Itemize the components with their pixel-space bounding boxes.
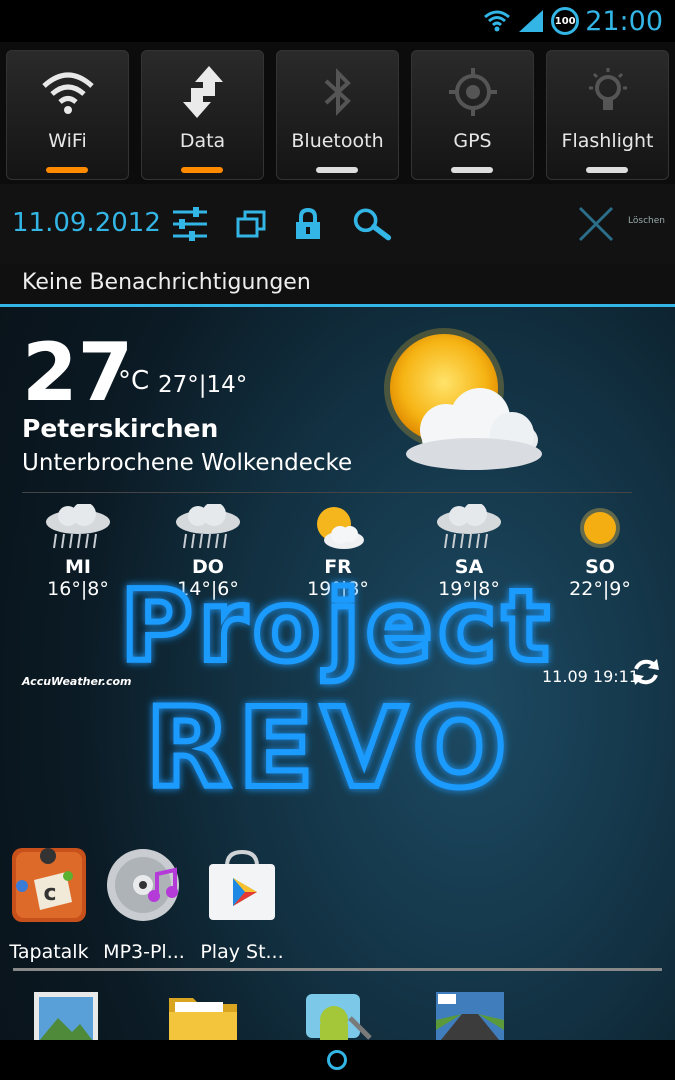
app-label: Play St...: [200, 941, 284, 963]
sun-cloud-large-icon: [384, 328, 542, 470]
overlay-line2: REVO: [146, 684, 515, 810]
recent-apps-button[interactable]: [231, 204, 271, 244]
rain-cloud-icon: [176, 504, 240, 549]
project-revo-overlay: Project REVO: [118, 567, 555, 810]
wifi-status-icon: [484, 10, 511, 32]
temperature-unit: °C: [118, 366, 150, 396]
lock-button[interactable]: [288, 204, 328, 244]
rain-cloud-icon: [46, 504, 110, 549]
status-time: 21:00: [585, 5, 663, 37]
svg-text:c: c: [43, 881, 56, 906]
lock-icon: [296, 208, 320, 239]
data-arrows-icon: [182, 66, 223, 118]
location-name: Peterskirchen: [22, 414, 219, 443]
current-temperature: 27: [22, 326, 134, 419]
racing-game-icon[interactable]: [432, 990, 508, 1046]
overlay-line1: Project: [121, 570, 555, 684]
toggle-indicator: [451, 167, 493, 173]
toggle-label: GPS: [453, 130, 492, 152]
toggle-indicator: [46, 167, 88, 173]
gps-icon: [448, 68, 497, 116]
navigation-bar: [0, 1040, 675, 1080]
recent-apps-icon: [236, 210, 266, 238]
tapatalk-icon: c: [12, 848, 86, 922]
battery-level: 100: [554, 15, 576, 27]
toggle-indicator: [181, 167, 223, 173]
dock-separator: [13, 968, 662, 971]
weather-condition: Unterbrochene Wolkendecke: [22, 450, 353, 476]
today-hi-lo: 27°|14°: [158, 372, 248, 398]
toggle-label: Flashlight: [561, 130, 654, 152]
play-store-icon: [209, 849, 275, 920]
app-label: MP3-Pl...: [103, 941, 185, 963]
signal-icon: [519, 10, 544, 32]
app-mp3-player[interactable]: MP3-Pl...: [99, 846, 189, 963]
toggle-label: WiFi: [48, 130, 87, 152]
clear-label: Löschen: [628, 216, 665, 226]
toggle-bluetooth[interactable]: Bluetooth: [276, 50, 399, 180]
flashlight-icon: [588, 68, 627, 110]
app-label: Tapatalk: [9, 941, 89, 963]
toggle-gps[interactable]: GPS: [411, 50, 534, 180]
notification-toolbar: 11.09.2012 Löschen: [0, 184, 675, 264]
gallery-icon[interactable]: [30, 990, 106, 1046]
search-button[interactable]: [352, 204, 392, 244]
app-tapatalk[interactable]: c Tapatalk: [4, 846, 94, 963]
toggle-indicator: [316, 167, 358, 173]
toggle-data[interactable]: Data: [141, 50, 264, 180]
sun-icon: [580, 508, 620, 548]
date-label: 11.09.2012: [12, 208, 161, 238]
close-icon: [578, 206, 614, 242]
toggle-indicator: [586, 167, 628, 173]
mp3-player-icon: [107, 849, 179, 921]
clear-notifications-button[interactable]: [576, 204, 616, 244]
file-manager-icon[interactable]: [165, 990, 241, 1046]
app-play-store[interactable]: Play St...: [197, 846, 287, 963]
settings-sliders-button[interactable]: [170, 204, 210, 244]
sun-cloud-icon: [317, 507, 364, 549]
battery-icon: 100: [551, 7, 580, 35]
home-indicator-icon[interactable]: [327, 1050, 347, 1070]
toggle-label: Bluetooth: [291, 130, 384, 152]
toggle-label: Data: [179, 130, 226, 152]
status-bar: 100 21:00: [0, 0, 675, 42]
notifications-header: Keine Benachrichtigungen: [0, 264, 675, 307]
toggle-flashlight[interactable]: Flashlight: [546, 50, 669, 180]
search-icon: [353, 208, 392, 241]
weather-divider: [22, 492, 632, 493]
quick-settings-toggles: WiFi Data Bluetooth GPS Flashlight: [0, 42, 675, 184]
rain-cloud-icon: [437, 504, 501, 549]
bluetooth-icon: [324, 68, 351, 116]
no-notifications-label: Keine Benachrichtigungen: [22, 270, 311, 295]
toggle-wifi[interactable]: WiFi: [6, 50, 129, 180]
sliders-icon: [173, 207, 207, 241]
android-app-icon[interactable]: [300, 990, 376, 1046]
wifi-icon: [41, 72, 94, 114]
